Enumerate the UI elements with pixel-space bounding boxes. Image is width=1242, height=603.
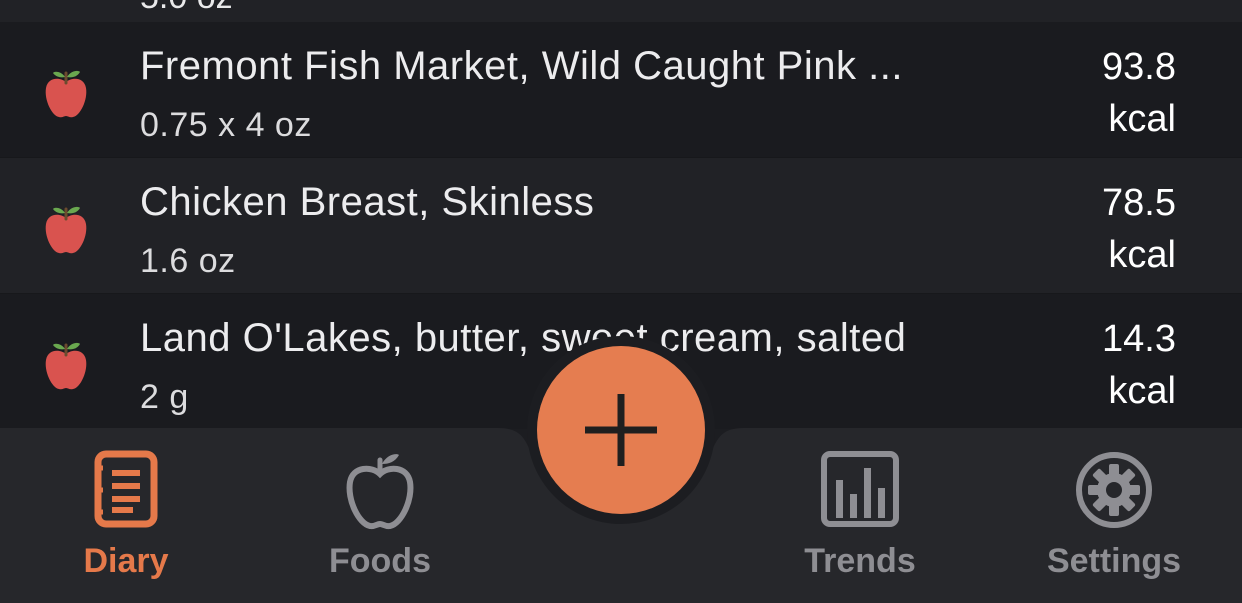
tab-label: Trends bbox=[804, 542, 916, 580]
food-name: Chicken Breast, Skinless bbox=[140, 180, 595, 224]
tab-settings[interactable]: Settings bbox=[1014, 428, 1214, 603]
calorie-unit: kcal bbox=[1108, 370, 1176, 412]
tab-trends[interactable]: Trends bbox=[760, 428, 960, 603]
partial-list-item[interactable]: 5.0 oz bbox=[0, 0, 1242, 22]
apple-icon bbox=[42, 204, 90, 256]
diary-icon bbox=[93, 450, 159, 533]
food-calories: 93.8 bbox=[1102, 46, 1176, 88]
add-entry-button[interactable] bbox=[537, 346, 705, 514]
food-serving: 5.0 oz bbox=[140, 0, 233, 17]
food-serving: 0.75 x 4 oz bbox=[140, 106, 312, 144]
plus-icon bbox=[585, 394, 657, 466]
calorie-unit: kcal bbox=[1108, 98, 1176, 140]
tab-foods[interactable]: Foods bbox=[280, 428, 480, 603]
food-name: Fremont Fish Market, Wild Caught Pink ..… bbox=[140, 44, 903, 88]
gear-icon bbox=[1074, 450, 1154, 535]
apple-icon bbox=[42, 68, 90, 120]
food-serving: 1.6 oz bbox=[140, 242, 236, 280]
apple-icon bbox=[42, 340, 90, 392]
tab-label: Diary bbox=[83, 542, 169, 580]
apple-outline-icon bbox=[345, 450, 415, 535]
food-serving: 2 g bbox=[140, 378, 189, 416]
tab-label: Foods bbox=[329, 542, 431, 580]
food-calories: 78.5 bbox=[1102, 182, 1176, 224]
tab-label: Settings bbox=[1046, 542, 1182, 580]
calorie-unit: kcal bbox=[1108, 234, 1176, 276]
food-calories: 14.3 bbox=[1102, 318, 1176, 360]
bar-chart-icon bbox=[820, 450, 900, 533]
food-name: Land O'Lakes, butter, sweet cream, salte… bbox=[140, 316, 907, 360]
tab-diary[interactable]: Diary bbox=[26, 428, 226, 603]
diary-screen: 5.0 oz Fremont Fish Market, Wild Caught … bbox=[0, 0, 1242, 603]
food-list-item[interactable]: Fremont Fish Market, Wild Caught Pink ..… bbox=[0, 22, 1242, 157]
food-list-item[interactable]: Chicken Breast, Skinless 1.6 oz 78.5 kca… bbox=[0, 157, 1242, 293]
